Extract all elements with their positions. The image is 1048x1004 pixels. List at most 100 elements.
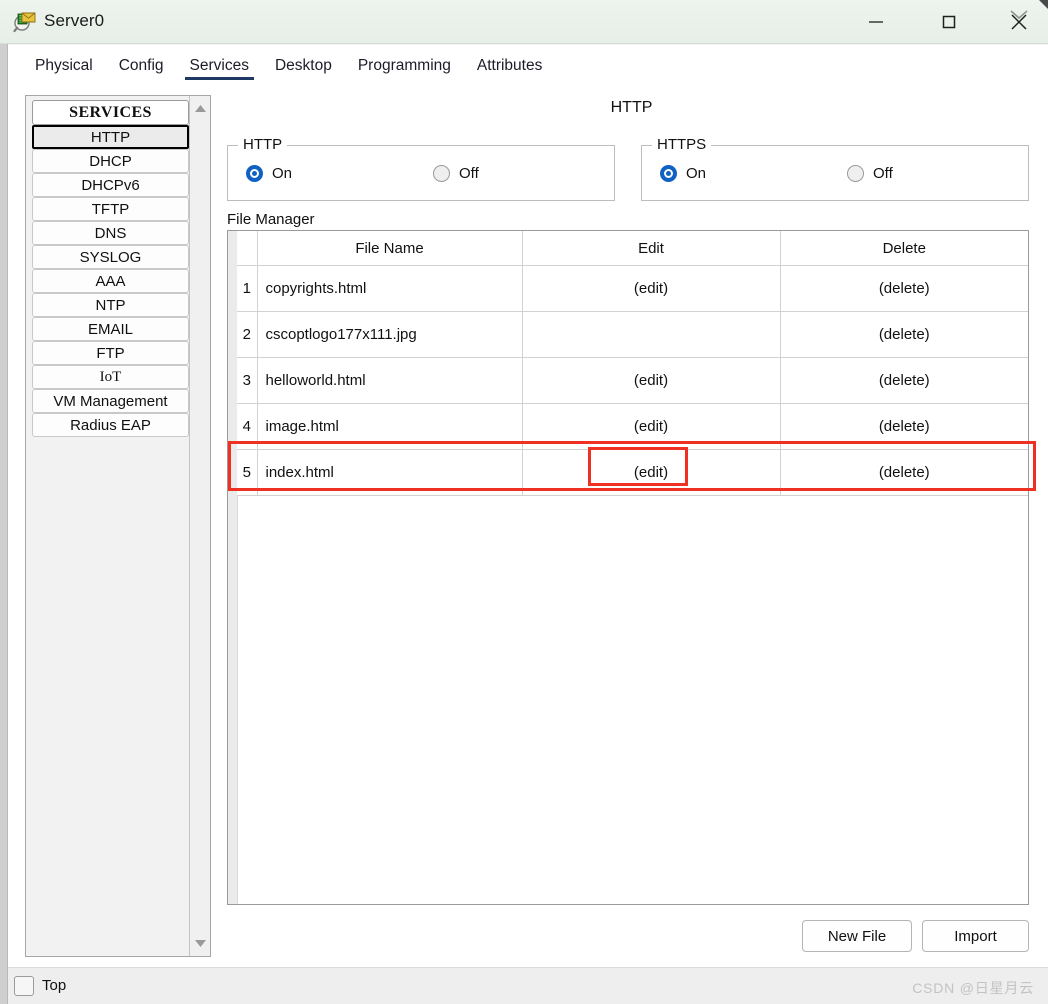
- delete-link[interactable]: (delete): [780, 265, 1028, 312]
- status-bar: Top CSDN @日星月云: [8, 967, 1048, 1004]
- edit-link[interactable]: (edit): [522, 357, 781, 404]
- title-bar: Server0: [0, 0, 1048, 44]
- sidebar-item-label: EMAIL: [87, 320, 133, 338]
- sidebar-item-label: VM Management: [53, 392, 168, 410]
- sidebar-item-vm-management[interactable]: VM Management: [32, 389, 189, 413]
- sidebar-item-radius-eap[interactable]: Radius EAP: [32, 413, 189, 437]
- minimize-button[interactable]: [843, 0, 909, 44]
- new-file-button-label: New File: [827, 927, 887, 945]
- https-off-label: Off: [873, 165, 893, 182]
- file-manager-table: File Name Edit Delete 1 copyrights.html …: [237, 231, 1028, 496]
- services-header-label: SERVICES: [69, 103, 152, 121]
- packet-tracer-device-window: Server0 Physical Config Services Desktop…: [0, 0, 1048, 1004]
- tab-physical[interactable]: Physical: [22, 45, 106, 87]
- delete-link[interactable]: (delete): [780, 311, 1028, 358]
- import-button[interactable]: Import: [922, 920, 1029, 952]
- sidebar-item-dhcpv6[interactable]: DHCPv6: [32, 173, 189, 197]
- tab-services[interactable]: Services: [177, 45, 262, 87]
- sidebar-item-email[interactable]: EMAIL: [32, 317, 189, 341]
- delete-link[interactable]: (delete): [780, 449, 1028, 496]
- https-off-radio[interactable]: Off: [847, 165, 893, 182]
- sidebar-item-label: AAA: [95, 272, 126, 290]
- row-index: 2: [237, 311, 258, 358]
- row-index: 5: [237, 449, 258, 496]
- radio-unselected-icon: [847, 165, 864, 182]
- http-enable-group: HTTP On Off: [227, 136, 615, 201]
- delete-link[interactable]: (delete): [780, 357, 1028, 404]
- tab-attributes-label: Attributes: [476, 57, 543, 74]
- services-sidebar: SERVICES HTTP DHCP DHCPv6 TFTP DNS SYSLO…: [25, 95, 211, 957]
- file-manager-panel: File Name Edit Delete 1 copyrights.html …: [227, 230, 1029, 905]
- https-on-label: On: [686, 165, 707, 182]
- watermark-text: CSDN @日星月云: [912, 980, 1034, 996]
- row-index: 3: [237, 357, 258, 404]
- edit-link: [522, 311, 781, 358]
- top-checkbox[interactable]: [14, 976, 34, 996]
- column-header-index: [237, 231, 258, 266]
- sidebar-item-http[interactable]: HTTP: [32, 125, 189, 149]
- sidebar-item-ntp[interactable]: NTP: [32, 293, 189, 317]
- sidebar-item-label: IoT: [99, 368, 122, 385]
- http-off-radio[interactable]: Off: [433, 165, 479, 182]
- tab-strip: Physical Config Services Desktop Program…: [8, 45, 1048, 87]
- sidebar-item-label: DHCPv6: [81, 176, 140, 194]
- edit-link[interactable]: (edit): [522, 265, 781, 312]
- new-file-button[interactable]: New File: [802, 920, 912, 952]
- sidebar-item-label: NTP: [95, 296, 126, 314]
- https-group-legend: HTTPS: [652, 136, 712, 153]
- tab-programming[interactable]: Programming: [345, 45, 464, 87]
- sidebar-item-syslog[interactable]: SYSLOG: [32, 245, 189, 269]
- sidebar-item-label: TFTP: [91, 200, 130, 218]
- scroll-up-arrow-icon[interactable]: [190, 98, 211, 119]
- table-row: 5 index.html (edit) (delete): [237, 449, 1028, 496]
- sidebar-item-label: DNS: [94, 224, 127, 242]
- table-row: 2 cscoptlogo177x111.jpg (delete): [237, 311, 1028, 358]
- row-index: 4: [237, 403, 258, 450]
- delete-link[interactable]: (delete): [780, 403, 1028, 450]
- table-row: 3 helloworld.html (edit) (delete): [237, 357, 1028, 404]
- radio-selected-icon: [246, 165, 263, 182]
- cell-file-name: helloworld.html: [257, 357, 523, 404]
- https-on-radio[interactable]: On: [660, 165, 706, 182]
- sidebar-item-iot[interactable]: IoT: [32, 365, 189, 389]
- chevron-down-icon: [1008, 8, 1030, 25]
- column-header-file-name: File Name: [257, 231, 523, 266]
- tab-physical-label: Physical: [35, 57, 93, 74]
- top-checkbox-label: Top: [42, 977, 67, 994]
- sidebar-item-dns[interactable]: DNS: [32, 221, 189, 245]
- sidebar-item-label: Radius EAP: [70, 416, 151, 434]
- server-mail-icon: [13, 10, 37, 34]
- http-off-label: Off: [459, 165, 479, 182]
- file-manager-label: File Manager: [227, 211, 315, 228]
- sidebar-scrollbar[interactable]: [189, 96, 210, 956]
- radio-selected-icon: [660, 165, 677, 182]
- edit-link[interactable]: (edit): [522, 403, 781, 450]
- table-header-row: File Name Edit Delete: [237, 231, 1028, 266]
- column-header-edit: Edit: [522, 231, 781, 266]
- tab-desktop-label: Desktop: [274, 57, 332, 74]
- tab-attributes[interactable]: Attributes: [464, 45, 555, 87]
- tab-desktop[interactable]: Desktop: [262, 45, 345, 87]
- sidebar-item-ftp[interactable]: FTP: [32, 341, 189, 365]
- services-list: SERVICES HTTP DHCP DHCPv6 TFTP DNS SYSLO…: [32, 100, 189, 437]
- table-row: 1 copyrights.html (edit) (delete): [237, 265, 1028, 312]
- sidebar-item-label: HTTP: [90, 128, 131, 146]
- cell-file-name: index.html: [257, 449, 523, 496]
- cell-file-name: copyrights.html: [257, 265, 523, 312]
- sidebar-item-dhcp[interactable]: DHCP: [32, 149, 189, 173]
- page-title: HTTP: [610, 99, 653, 116]
- radio-unselected-icon: [433, 165, 450, 182]
- window-corner-marker: [1039, 0, 1048, 9]
- window-left-edge: [0, 44, 8, 1004]
- tab-config[interactable]: Config: [106, 45, 177, 87]
- sidebar-item-aaa[interactable]: AAA: [32, 269, 189, 293]
- http-service-panel: HTTP HTTP On Off HTTPS On Off File Manag…: [219, 87, 1044, 967]
- scroll-down-arrow-icon[interactable]: [190, 933, 211, 954]
- https-enable-group: HTTPS On Off: [641, 136, 1029, 201]
- http-on-radio[interactable]: On: [246, 165, 292, 182]
- edit-link[interactable]: (edit): [522, 449, 781, 496]
- sidebar-item-label: DHCP: [89, 152, 132, 170]
- maximize-button[interactable]: [916, 0, 982, 44]
- sidebar-item-tftp[interactable]: TFTP: [32, 197, 189, 221]
- tab-panel-services: SERVICES HTTP DHCP DHCPv6 TFTP DNS SYSLO…: [8, 87, 1048, 967]
